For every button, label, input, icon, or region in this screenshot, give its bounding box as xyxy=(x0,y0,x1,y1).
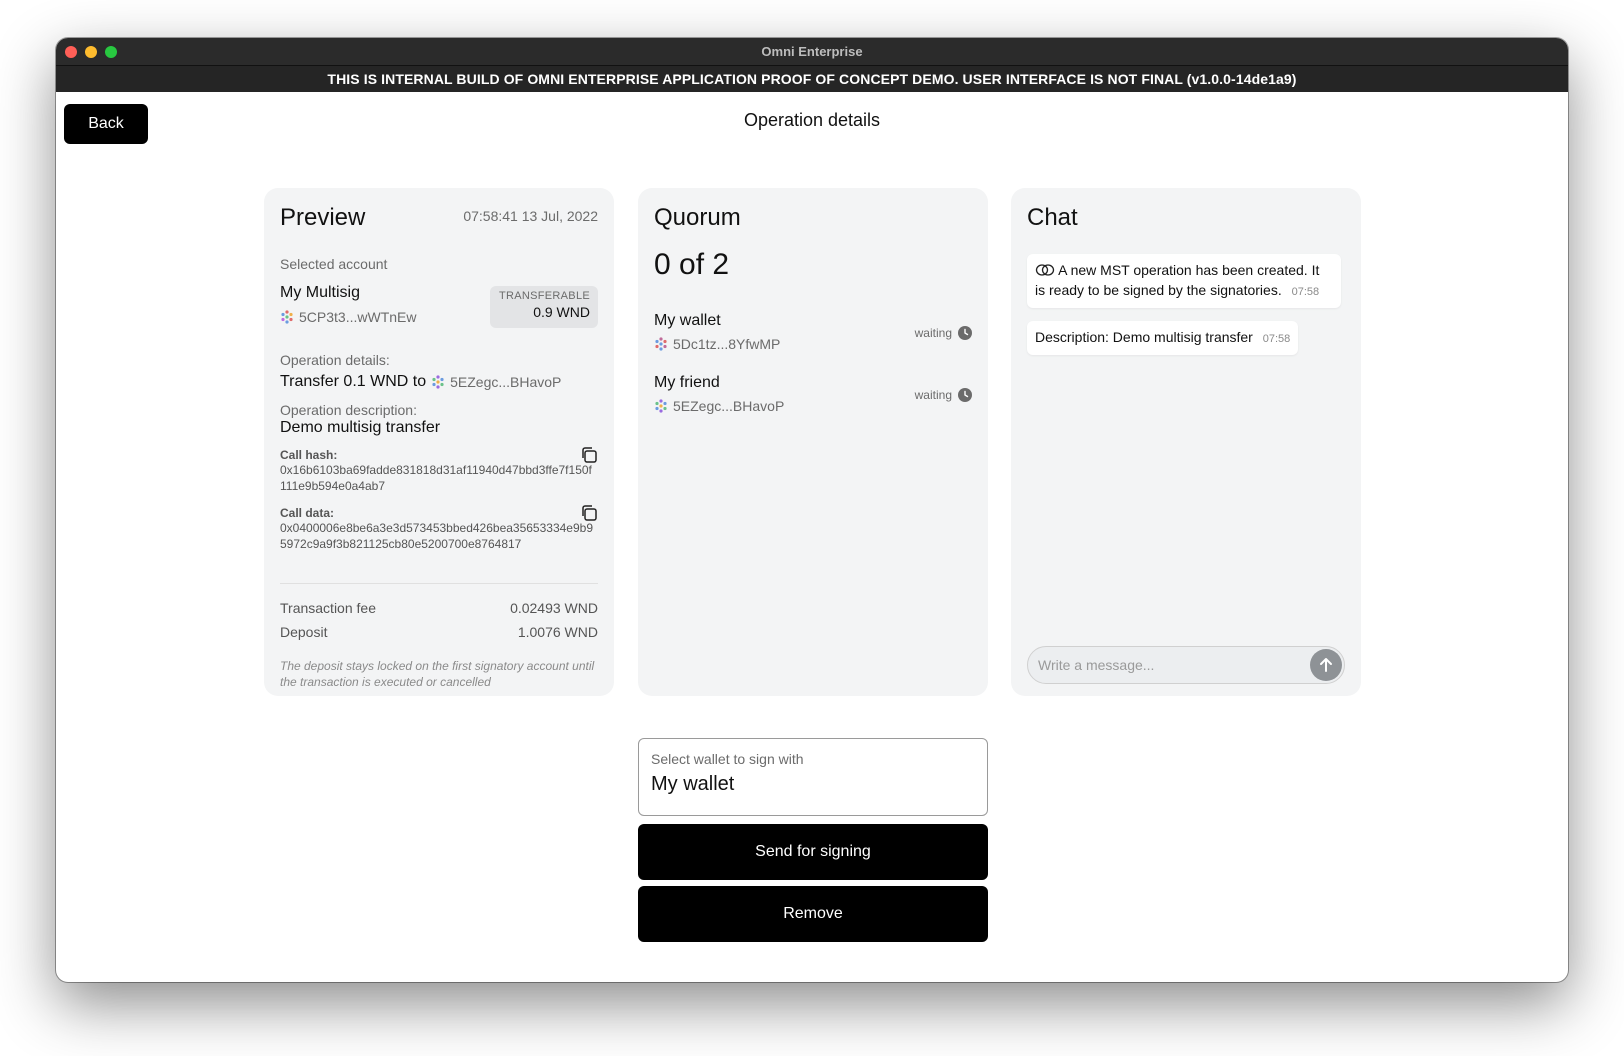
clock-icon xyxy=(958,326,972,340)
wallet-select[interactable]: Select wallet to sign with My wallet xyxy=(638,738,988,816)
call-data-value: 0x0400006e8be6a3e3d573453bbed426bea35653… xyxy=(280,521,593,551)
operation-details: Transfer 0.1 WND to 5EZegc...BHavoP xyxy=(280,373,561,391)
transferable-value: 0.9 WND xyxy=(533,304,590,320)
signer-address-text: 5EZegc...BHavoP xyxy=(673,398,785,414)
wallet-select-value: My wallet xyxy=(651,773,735,795)
operation-description-value: Demo multisig transfer xyxy=(280,419,441,436)
operation-details-value: Transfer 0.1 WND to xyxy=(280,373,427,390)
chat-card: Chat A new MST operation has been create… xyxy=(1011,188,1361,696)
window-controls xyxy=(65,46,117,58)
deposit-note: The deposit stays locked on the first si… xyxy=(280,659,595,689)
signer-item: My wallet 5Dc1tz...8YfwMP waiting xyxy=(654,312,972,356)
signer-address: 5EZegc...BHavoP xyxy=(654,398,784,414)
identicon-icon xyxy=(655,399,667,413)
quorum-title: Quorum xyxy=(654,204,741,231)
chat-title: Chat xyxy=(1027,204,1078,231)
call-data-label: Call data: xyxy=(280,506,335,520)
send-for-signing-button[interactable]: Send for signing xyxy=(638,824,988,880)
identicon-icon xyxy=(655,337,667,351)
transferable-balance: TRANSFERABLE 0.9 WND xyxy=(490,286,598,328)
chat-message: A new MST operation has been created. It… xyxy=(1027,254,1341,308)
chat-message-time: 07:58 xyxy=(1262,333,1291,345)
internal-build-banner: THIS IS INTERNAL BUILD OF OMNI ENTERPRIS… xyxy=(56,66,1568,92)
signer-address: 5Dc1tz...8YfwMP xyxy=(654,336,780,352)
operation-details-label: Operation details: xyxy=(280,352,390,368)
signer-status-text: waiting xyxy=(914,326,952,340)
signer-status: waiting xyxy=(915,326,972,340)
selected-account-label: Selected account xyxy=(280,256,388,272)
chain-link-icon xyxy=(1035,264,1055,276)
operation-recipient: 5EZegc...BHavoP xyxy=(450,374,562,390)
chat-message-text: A new MST operation has been created. It… xyxy=(1035,262,1320,298)
maximize-window-button[interactable] xyxy=(105,46,117,58)
transaction-fee-label: Transaction fee xyxy=(280,600,376,616)
window-title: Omni Enterprise xyxy=(761,44,863,59)
clock-icon xyxy=(958,388,972,402)
deposit-value: 1.0076 WND xyxy=(517,624,598,640)
signer-status: waiting xyxy=(915,388,972,402)
chat-message: Description: Demo multisig transfer 07:5… xyxy=(1027,321,1299,355)
operation-date: 07:58:41 13 Jul, 2022 xyxy=(463,208,598,224)
preview-card: Preview 07:58:41 13 Jul, 2022 Selected a… xyxy=(264,188,614,696)
deposit-label: Deposit xyxy=(280,624,328,640)
transaction-fee-row: Transaction fee 0.02493 WND xyxy=(280,600,598,616)
identicon-icon xyxy=(432,375,444,389)
transferable-label: TRANSFERABLE xyxy=(498,290,590,302)
account-address-text: 5CP3t3...wWTnEw xyxy=(299,309,417,325)
app-window: Omni Enterprise THIS IS INTERNAL BUILD O… xyxy=(56,38,1568,982)
send-message-button[interactable] xyxy=(1310,649,1342,681)
page-title: Operation details xyxy=(743,110,881,130)
quorum-card: Quorum 0 of 2 My wallet 5Dc1tz...8YfwMP … xyxy=(638,188,988,696)
chat-message-time: 07:58 xyxy=(1291,286,1320,298)
call-hash-label: Call hash: xyxy=(280,448,338,462)
deposit-row: Deposit 1.0076 WND xyxy=(280,624,598,640)
signer-item: My friend 5EZegc...BHavoP waiting xyxy=(654,374,972,418)
operation-description-label: Operation description: xyxy=(280,402,417,418)
wallet-select-label: Select wallet to sign with xyxy=(651,751,804,767)
identicon-icon xyxy=(281,310,293,324)
signer-status-text: waiting xyxy=(914,388,952,402)
signer-address-text: 5Dc1tz...8YfwMP xyxy=(673,336,781,352)
divider xyxy=(280,583,598,584)
chat-message-input[interactable] xyxy=(1038,657,1344,673)
minimize-window-button[interactable] xyxy=(85,46,97,58)
arrow-up-icon xyxy=(1320,658,1332,672)
remove-button[interactable]: Remove xyxy=(638,886,988,942)
quorum-count: 0 of 2 xyxy=(654,248,730,281)
close-window-button[interactable] xyxy=(65,46,77,58)
title-bar: Omni Enterprise xyxy=(56,38,1568,66)
call-hash-value: 0x16b6103ba69fadde831818d31af11940d47bbd… xyxy=(280,463,592,493)
preview-title: Preview xyxy=(280,204,366,231)
account-address: 5CP3t3...wWTnEw xyxy=(280,309,416,325)
transaction-fee-value: 0.02493 WND xyxy=(510,600,598,616)
account-name: My Multisig xyxy=(280,284,361,301)
chat-message-text: Description: Demo multisig transfer xyxy=(1035,329,1253,345)
chat-input-container xyxy=(1027,646,1345,684)
